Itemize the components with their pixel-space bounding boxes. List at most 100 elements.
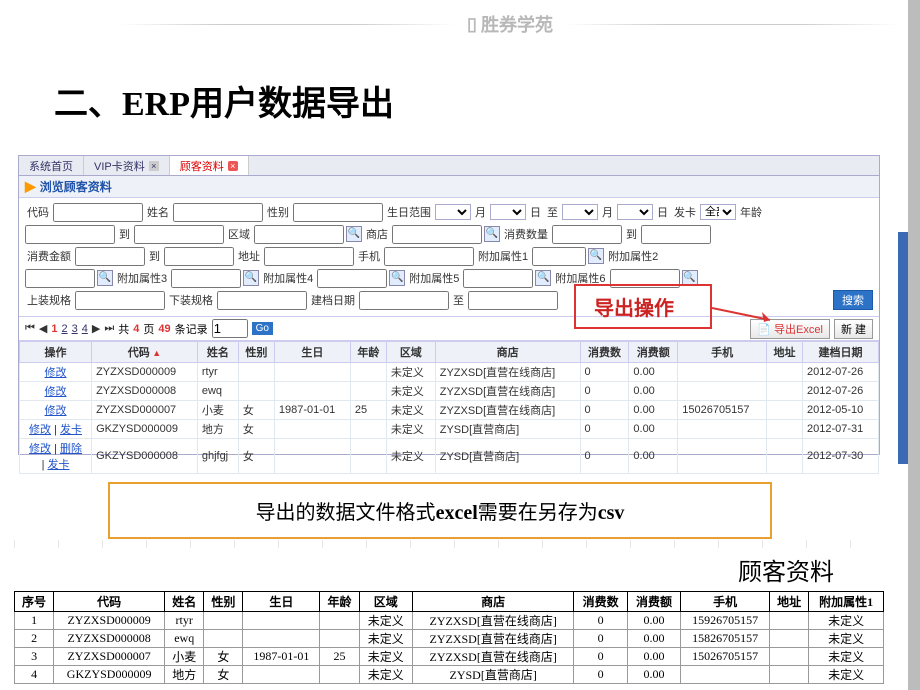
card-link[interactable]: 发卡: [60, 424, 82, 436]
cell-code: ZYZXSD000008: [92, 382, 198, 401]
excel-cell: ewq: [165, 630, 204, 648]
excel-cell: 未定义: [359, 648, 412, 666]
a2[interactable]: [25, 269, 95, 288]
f2b[interactable]: [134, 225, 224, 244]
excel-cell: 未定义: [359, 630, 412, 648]
tab-customer[interactable]: 顾客资料×: [170, 156, 249, 175]
cell-birth: [274, 420, 350, 439]
col-header[interactable]: 地址: [766, 342, 802, 363]
ca1[interactable]: [75, 247, 145, 266]
page-1[interactable]: 1: [51, 323, 57, 335]
page-2[interactable]: 2: [62, 323, 68, 335]
edit-link[interactable]: 修改: [45, 405, 67, 417]
excel-col-header: 年龄: [320, 592, 359, 612]
a3[interactable]: [171, 269, 241, 288]
page-input[interactable]: [212, 319, 248, 338]
birth-month2[interactable]: [562, 204, 598, 220]
col-header[interactable]: 消费额: [629, 342, 678, 363]
col-header[interactable]: 消费数: [580, 342, 629, 363]
edit-link[interactable]: 修改: [45, 367, 67, 379]
tab-vip[interactable]: VIP卡资料×: [84, 156, 170, 175]
sex-input[interactable]: [293, 203, 383, 222]
edit-link[interactable]: 修改: [29, 443, 51, 455]
bd2[interactable]: [468, 291, 558, 310]
col-header[interactable]: 生日: [274, 342, 350, 363]
addr-input[interactable]: [264, 247, 354, 266]
birth-day1[interactable]: [490, 204, 526, 220]
cell-sex: [238, 363, 274, 382]
col-header[interactable]: 操作: [20, 342, 92, 363]
spec-top[interactable]: [75, 291, 165, 310]
search-icon[interactable]: 🔍: [243, 270, 259, 286]
a6[interactable]: [610, 269, 680, 288]
excel-cell: 未定义: [359, 612, 412, 630]
edit-link[interactable]: 修改: [29, 424, 51, 436]
excel-cell: 0: [574, 666, 627, 684]
search-icon[interactable]: 🔍: [97, 270, 113, 286]
ca2[interactable]: [164, 247, 234, 266]
page-3[interactable]: 3: [72, 323, 78, 335]
cell-addr: [766, 420, 802, 439]
close-icon[interactable]: ×: [228, 161, 238, 171]
cell-name: 小麦: [197, 401, 238, 420]
birth-day2[interactable]: [617, 204, 653, 220]
search-icon[interactable]: 🔍: [484, 226, 500, 242]
search-icon[interactable]: 🔍: [682, 270, 698, 286]
col-header[interactable]: 代码 ▲: [92, 342, 198, 363]
search-icon[interactable]: 🔍: [346, 226, 362, 242]
store-input[interactable]: [392, 225, 482, 244]
first-page-icon[interactable]: ⏮: [25, 322, 35, 335]
bd1[interactable]: [359, 291, 449, 310]
excel-cell: 15026705157: [681, 648, 770, 666]
last-page-icon[interactable]: ⏭: [104, 322, 114, 335]
search-icon[interactable]: 🔍: [588, 248, 604, 264]
region-input[interactable]: [254, 225, 344, 244]
excel-cell: 4: [15, 666, 54, 684]
birth-month1[interactable]: [435, 204, 471, 220]
excel-cell: 2: [15, 630, 54, 648]
excel-cell: [243, 666, 320, 684]
excel-cell: ZYZXSD000008: [54, 630, 165, 648]
col-header[interactable]: 区域: [386, 342, 435, 363]
phone-input[interactable]: [384, 247, 474, 266]
search-icon[interactable]: 🔍: [389, 270, 405, 286]
name-input[interactable]: [173, 203, 263, 222]
a1[interactable]: [532, 247, 586, 266]
cc1[interactable]: [552, 225, 622, 244]
del-link[interactable]: 删除: [60, 443, 82, 455]
next-page-icon[interactable]: ▶: [92, 322, 100, 335]
excel-cell: [204, 612, 243, 630]
a5[interactable]: [463, 269, 533, 288]
search-icon[interactable]: 🔍: [535, 270, 551, 286]
col-header[interactable]: 建档日期: [803, 342, 879, 363]
prev-page-icon[interactable]: ◀: [39, 322, 47, 335]
cc2[interactable]: [641, 225, 711, 244]
cell-sex: 女: [238, 439, 274, 474]
cell-region: 未定义: [386, 401, 435, 420]
page-4[interactable]: 4: [82, 323, 88, 335]
f2a[interactable]: [25, 225, 115, 244]
edit-link[interactable]: 修改: [45, 386, 67, 398]
card-link[interactable]: 发卡: [48, 459, 70, 471]
go-button[interactable]: Go: [252, 322, 273, 335]
close-icon[interactable]: ×: [149, 161, 159, 171]
spec-bot[interactable]: [217, 291, 307, 310]
col-header[interactable]: 手机: [678, 342, 767, 363]
a4[interactable]: [317, 269, 387, 288]
excel-cell: [243, 612, 320, 630]
col-header[interactable]: 年龄: [350, 342, 386, 363]
code-input[interactable]: [53, 203, 143, 222]
excel-cell: 15926705157: [681, 612, 770, 630]
issue-select[interactable]: 全部: [700, 204, 736, 220]
excel-cell: 未定义: [809, 648, 884, 666]
tab-home[interactable]: 系统首页: [19, 156, 84, 175]
search-button[interactable]: 搜索: [833, 290, 873, 310]
new-button[interactable]: 新 建: [834, 319, 873, 339]
col-header[interactable]: 性别: [238, 342, 274, 363]
table-row: 修改 | 删除| 发卡GKZYSD000008ghjfgj女未定义ZYSD[直营…: [20, 439, 879, 474]
col-header[interactable]: 商店: [435, 342, 580, 363]
excel-cell: [770, 630, 809, 648]
cell-phone: [678, 439, 767, 474]
col-header[interactable]: 姓名: [197, 342, 238, 363]
cell-name: ghjfgj: [197, 439, 238, 474]
